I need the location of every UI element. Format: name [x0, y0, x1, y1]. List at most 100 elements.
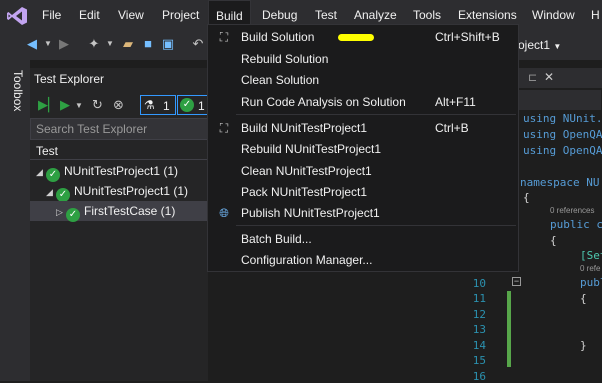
menu-item-pack-project[interactable]: Pack NUnitTestProject1: [208, 181, 518, 203]
tree-item-label: NUnitTestProject1 (1): [74, 184, 189, 198]
menu-item-shortcut: Ctrl+Shift+B: [435, 30, 500, 44]
menu-item-configuration-manager[interactable]: Configuration Manager...: [208, 249, 518, 271]
flask-filter-button[interactable]: ⚗ 1: [140, 95, 176, 115]
codelens-references[interactable]: 0 refe: [580, 264, 600, 273]
chevron-down-icon[interactable]: ▼: [102, 36, 118, 52]
menu-item-rebuild-project[interactable]: Rebuild NUnitTestProject1: [208, 138, 518, 160]
code-line: }: [580, 339, 587, 352]
save-icon[interactable]: ■: [140, 36, 156, 52]
codelens-references[interactable]: 0 references: [550, 206, 594, 215]
menu-item-label: Clean Solution: [241, 73, 320, 87]
menu-help[interactable]: H: [584, 0, 602, 31]
undo-icon[interactable]: ↶: [190, 36, 206, 52]
menu-edit[interactable]: Edit: [72, 0, 107, 31]
new-project-icon[interactable]: ✦: [86, 36, 102, 52]
code-line: public c: [550, 218, 602, 231]
passed-icon: ✓: [46, 168, 60, 182]
code-line: {: [580, 292, 587, 305]
menu-separator: [236, 114, 516, 115]
tree-item-label: NUnitTestProject1 (1): [64, 164, 179, 178]
search-placeholder: Search Test Explorer: [36, 122, 148, 136]
code-line: namespace NU: [520, 176, 600, 189]
menu-item-label: Configuration Manager...: [241, 253, 373, 267]
project-selector-label: roject1: [514, 38, 551, 52]
menu-item-label: Build Solution: [241, 30, 315, 44]
flask-count: 1: [163, 99, 170, 113]
menu-item-label: Batch Build...: [241, 232, 312, 246]
code-line: {: [523, 191, 530, 204]
collapse-icon[interactable]: −: [512, 277, 521, 286]
build-icon: ⛶: [219, 121, 229, 135]
passed-count: 1: [198, 99, 205, 113]
save-all-icon[interactable]: ▣: [160, 36, 176, 52]
passed-filter-button[interactable]: ✓ 1: [177, 95, 208, 115]
check-icon: ✓: [180, 98, 194, 112]
menu-item-shortcut: Alt+F11: [435, 95, 476, 109]
yellow-highlight-mark: [338, 34, 374, 41]
menu-item-label: Clean NUnitTestProject1: [241, 164, 372, 178]
menu-item-label: Publish NUnitTestProject1: [241, 206, 380, 220]
menu-item-label: Run Code Analysis on Solution: [241, 95, 406, 109]
menu-window[interactable]: Window: [525, 0, 582, 31]
tree-item-selected[interactable]: ▷ ✓ FirstTestCase (1): [30, 201, 208, 222]
flask-icon: ⚗: [144, 98, 155, 112]
expanded-triangle-icon: ◢: [46, 187, 53, 197]
code-line: using OpenQA: [523, 128, 602, 141]
chevron-down-icon[interactable]: ▼: [75, 101, 83, 110]
menu-item-label: Pack NUnitTestProject1: [241, 185, 368, 199]
menu-item-shortcut: Ctrl+B: [435, 121, 469, 135]
tree-item[interactable]: ◢ ✓ NUnitTestProject1 (1): [30, 181, 208, 202]
menu-item-run-code-analysis[interactable]: Run Code Analysis on Solution Alt+F11: [208, 91, 518, 113]
menu-item-batch-build[interactable]: Batch Build...: [208, 228, 518, 250]
line-number: 10: [472, 277, 486, 290]
menu-item-clean-solution[interactable]: Clean Solution: [208, 69, 518, 91]
run-all-icon[interactable]: ▶▏: [38, 97, 58, 113]
line-number: 12: [472, 308, 486, 321]
menu-item-build-project[interactable]: ⛶ Build NUnitTestProject1 Ctrl+B: [208, 117, 518, 139]
menu-file[interactable]: File: [35, 0, 68, 31]
code-line: using OpenQA: [523, 144, 602, 157]
code-line: publ: [580, 276, 602, 289]
pin-icon[interactable]: ⊏: [528, 71, 537, 84]
visual-studio-logo-icon[interactable]: [6, 6, 28, 26]
globe-icon: 🌐︎: [219, 206, 229, 220]
repeat-run-icon[interactable]: ↻: [92, 97, 103, 113]
chevron-down-icon: ▼: [553, 42, 562, 51]
code-line: using NUnit.: [523, 112, 602, 125]
menu-separator: [236, 225, 516, 226]
tree-item[interactable]: ◢ ✓ NUnitTestProject1 (1): [30, 161, 208, 182]
tree-item-label: FirstTestCase (1): [84, 204, 176, 218]
run-icon[interactable]: ▶: [60, 97, 70, 113]
collapsed-triangle-icon: ▷: [56, 207, 63, 217]
line-number: 15: [472, 354, 486, 367]
line-number: 13: [472, 323, 486, 336]
chevron-down-icon[interactable]: ▼: [40, 36, 56, 52]
menu-project[interactable]: Project: [155, 0, 206, 31]
code-line: [Set: [580, 249, 602, 262]
back-icon[interactable]: ◀: [24, 36, 40, 52]
open-folder-icon[interactable]: ▰: [120, 36, 136, 52]
toolbox-tab[interactable]: Toolbox: [5, 70, 25, 120]
line-number: 16: [472, 370, 486, 383]
test-search-input[interactable]: Search Test Explorer: [30, 118, 208, 140]
test-column-header[interactable]: Test: [30, 142, 208, 160]
menu-item-label: Build NUnitTestProject1: [241, 121, 368, 135]
close-icon[interactable]: ✕: [544, 70, 554, 84]
expanded-triangle-icon: ◢: [36, 167, 43, 177]
menu-item-clean-project[interactable]: Clean NUnitTestProject1: [208, 160, 518, 182]
line-number: 14: [472, 339, 486, 352]
column-header-label: Test: [36, 144, 59, 158]
passed-icon: ✓: [56, 188, 70, 202]
project-selector[interactable]: roject1 ▼: [514, 34, 561, 56]
cancel-run-icon[interactable]: ⊗: [113, 97, 124, 113]
change-indicator: [507, 291, 511, 367]
menu-view[interactable]: View: [111, 0, 151, 31]
test-explorer-title: Test Explorer: [34, 72, 105, 86]
menu-item-label: Rebuild NUnitTestProject1: [241, 142, 382, 156]
menu-item-rebuild-solution[interactable]: Rebuild Solution: [208, 48, 518, 70]
menu-item-publish-project[interactable]: 🌐︎ Publish NUnitTestProject1: [208, 202, 518, 224]
forward-icon[interactable]: ▶: [56, 36, 72, 52]
code-line: {: [550, 234, 557, 247]
passed-icon: ✓: [66, 208, 80, 222]
menu-item-label: Rebuild Solution: [241, 52, 329, 66]
